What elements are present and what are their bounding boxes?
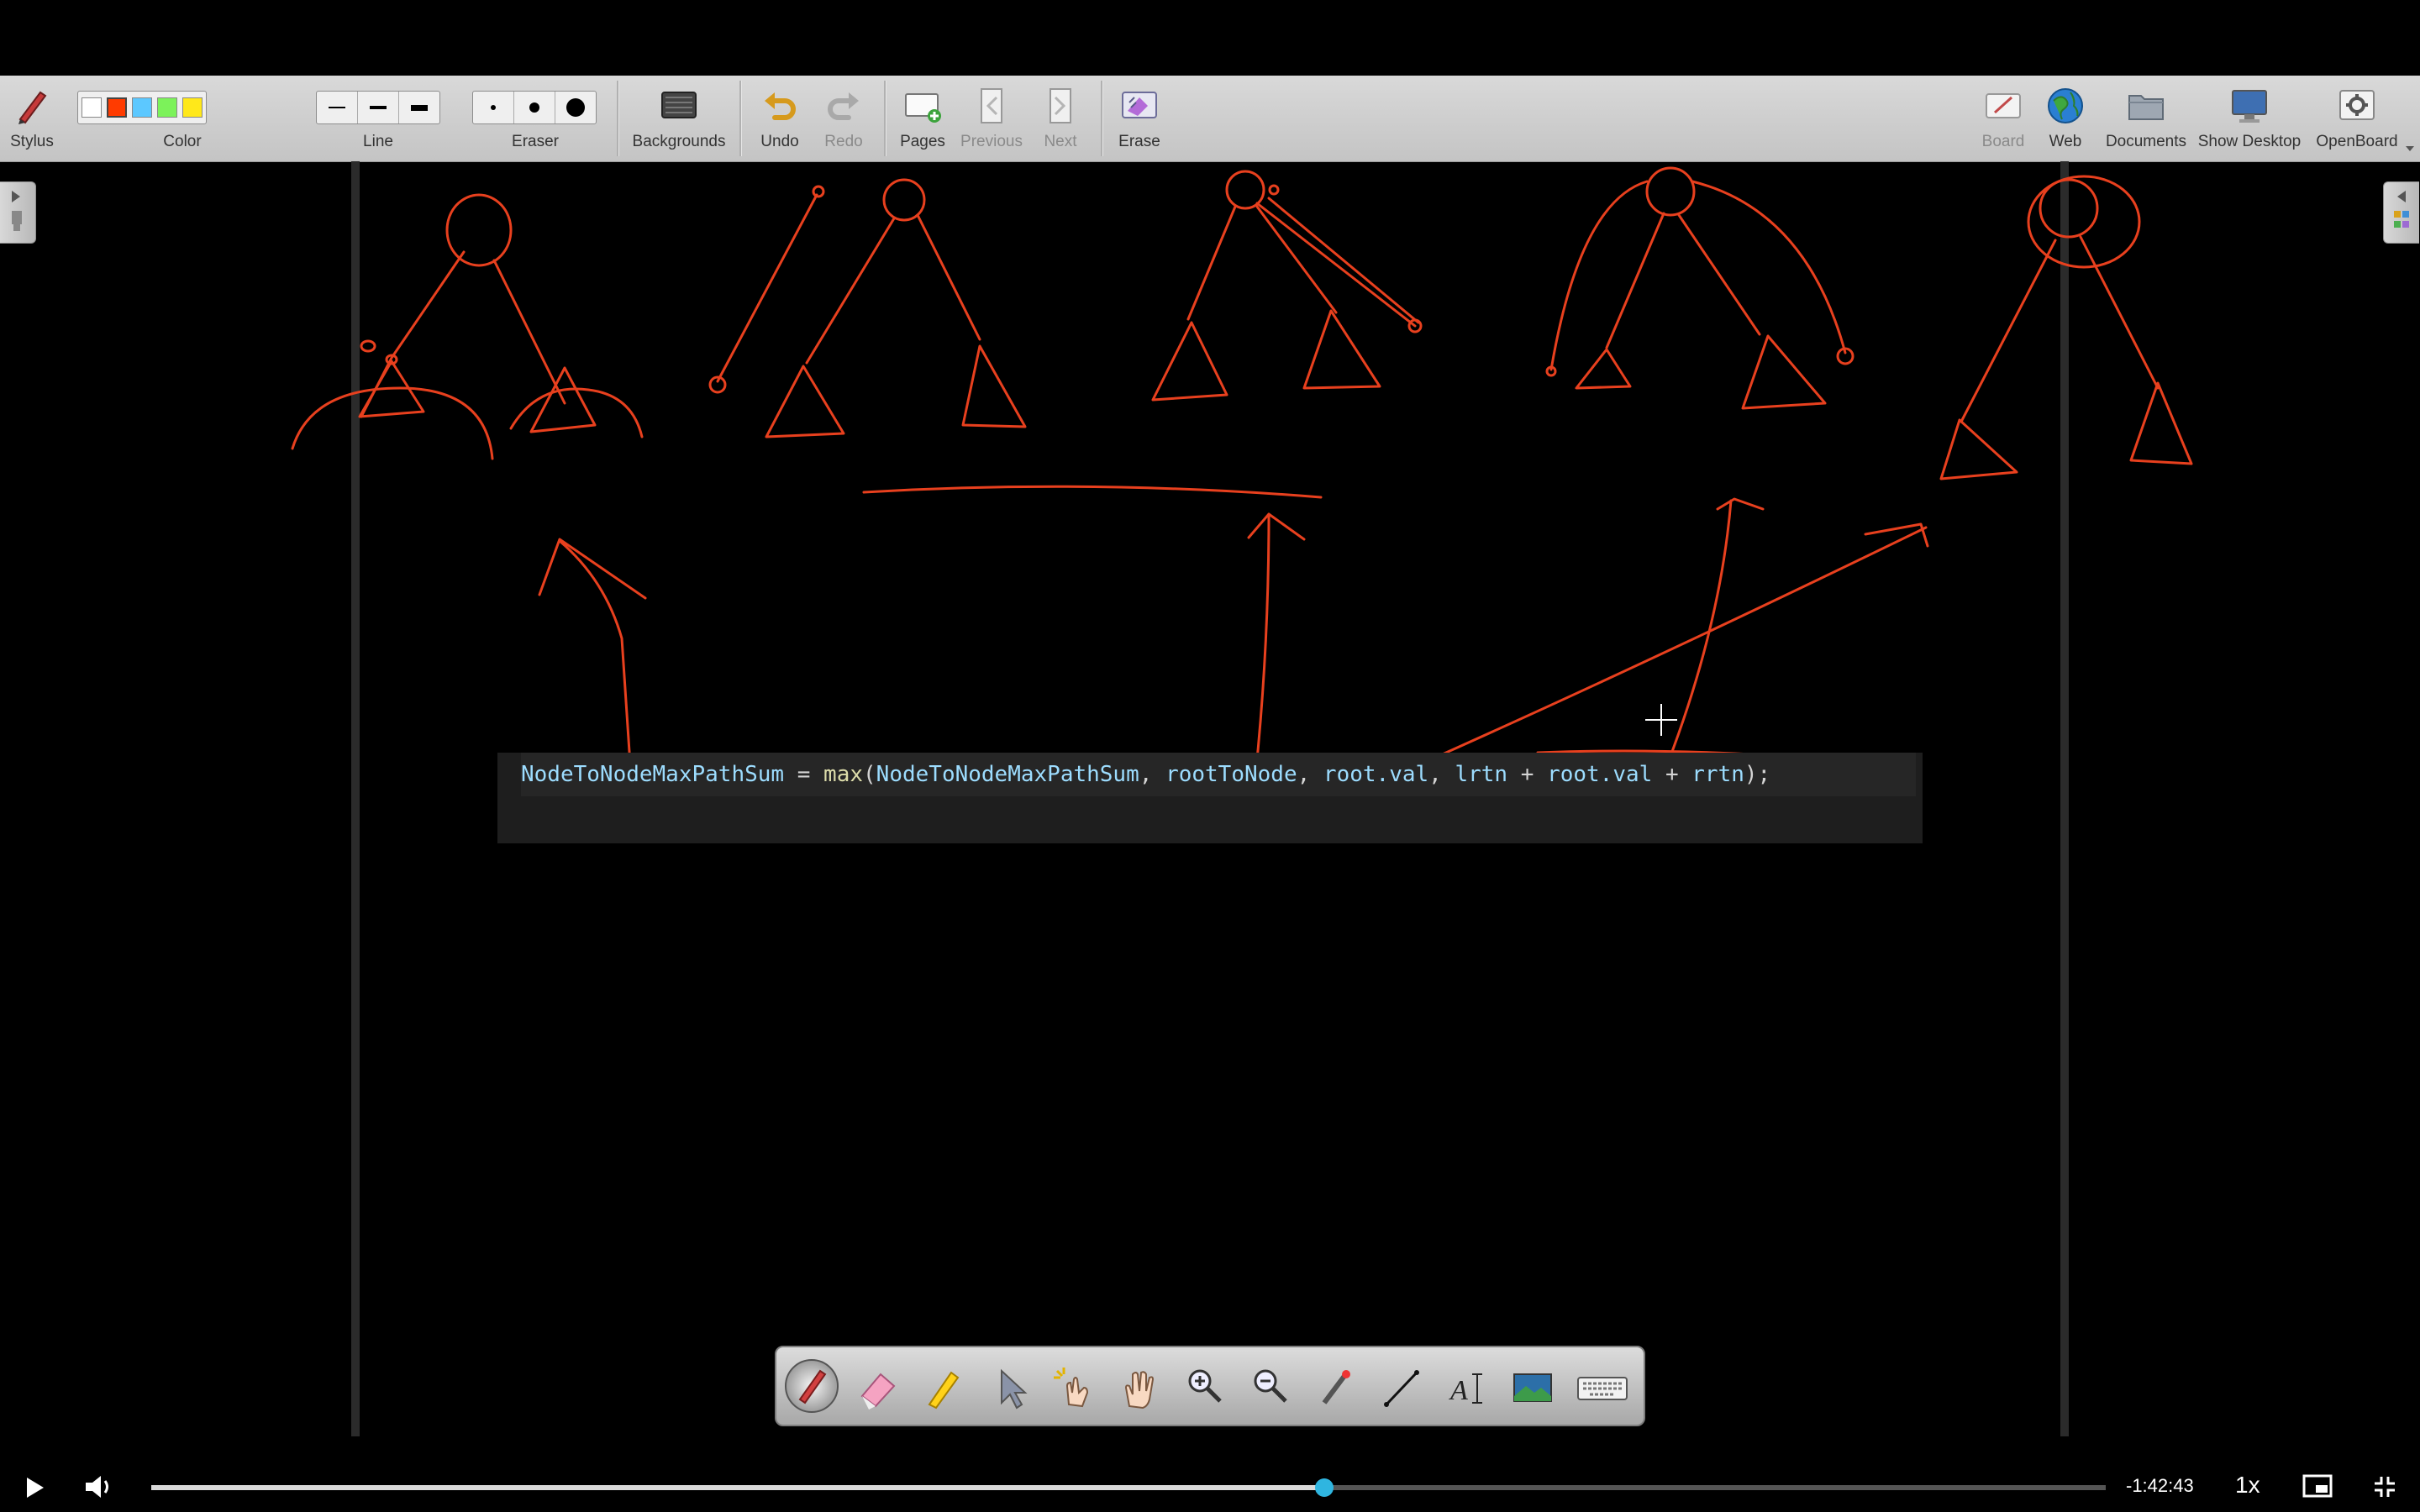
tree4-edges	[1605, 212, 1761, 349]
keyboard-tool-button[interactable]	[1573, 1362, 1632, 1413]
tree1-edges	[360, 250, 566, 418]
zoom-in-tool-button[interactable]	[1180, 1362, 1230, 1413]
code-line: NodeToNodeMaxPathSum = max(NodeToNodeMax…	[521, 753, 1916, 796]
tree3-right-subtree	[1302, 309, 1381, 390]
tree5-edges	[1960, 235, 2160, 423]
code-token: NodeToNodeMaxPathSum	[876, 762, 1139, 787]
code-token: +	[1652, 762, 1692, 787]
tree5-right-subtree	[2129, 381, 2193, 465]
tree2-left-subtree	[765, 365, 845, 438]
tree4-outer-arcs	[1549, 180, 1847, 371]
tree1-left-node	[360, 339, 376, 353]
tree3-left-subtree	[1151, 321, 1228, 402]
tree5-root-node	[2039, 178, 2099, 239]
pen-tool-icon	[798, 1369, 827, 1404]
eraser-tool-icon	[860, 1373, 896, 1410]
line-tool-button[interactable]	[1376, 1362, 1427, 1413]
tree2-left-edge	[716, 193, 818, 383]
laser-pointer-tool-icon	[1322, 1370, 1350, 1404]
code-snippet-panel: NodeToNodeMaxPathSum = max(NodeToNodeMax…	[497, 753, 1923, 843]
code-token: lrtn	[1455, 762, 1508, 787]
tree1-root-node	[445, 193, 513, 267]
pen-tool-button[interactable]	[785, 1359, 839, 1413]
code-token: NodeToNodeMaxPathSum	[521, 762, 785, 787]
zoom-out-tool-button[interactable]	[1245, 1362, 1296, 1413]
bracket-line	[862, 485, 1323, 499]
svg-text:A: A	[1449, 1375, 1468, 1406]
play-icon[interactable]	[22, 1475, 47, 1500]
tree5-outer-circle	[2027, 175, 2141, 269]
code-token: max	[823, 762, 864, 787]
selector-tool-button[interactable]	[983, 1362, 1034, 1413]
hand-tool-button[interactable]	[1114, 1362, 1165, 1413]
volume-icon[interactable]	[84, 1473, 114, 1500]
text-tool-icon: A	[1449, 1373, 1482, 1406]
tree1-right-arc	[509, 387, 644, 438]
stylus-tool-palette: A	[775, 1346, 1645, 1426]
tree4-root-node	[1645, 166, 1696, 217]
picture-in-picture-icon[interactable]	[2302, 1473, 2333, 1499]
code-token: rootToNode	[1165, 762, 1297, 787]
code-token: (	[863, 762, 876, 787]
keyboard-tool-icon	[1577, 1377, 1628, 1400]
code-token: =	[784, 762, 824, 787]
tree4-right-subtree	[1741, 334, 1827, 410]
tree2-edges	[805, 213, 981, 365]
zoom-out-tool-icon	[1254, 1369, 1287, 1403]
eraser-tool-button[interactable]	[852, 1362, 902, 1413]
selector-tool-icon	[1001, 1368, 1028, 1410]
play-tool-button[interactable]	[1049, 1362, 1099, 1413]
playback-speed-button[interactable]: 1x	[2235, 1472, 2260, 1499]
marker-tool-icon	[928, 1371, 960, 1410]
tree2-left-node	[812, 185, 825, 198]
tree3-child-node	[1268, 184, 1280, 196]
code-token: ,	[1428, 762, 1455, 787]
play-tool-icon	[1054, 1368, 1089, 1408]
capture-tool-icon	[1513, 1373, 1552, 1402]
code-token: ,	[1297, 762, 1323, 787]
marker-tool-button[interactable]	[918, 1362, 968, 1413]
tree4-left-leaf-node	[1545, 365, 1557, 377]
code-token: rrtn	[1691, 762, 1744, 787]
hand-tool-icon	[1124, 1371, 1155, 1410]
code-token: ,	[1139, 762, 1166, 787]
video-player-controls: -1:42:43 1x	[0, 1462, 2420, 1512]
progress-played	[151, 1485, 1324, 1490]
crosshair-cursor-icon	[1644, 702, 1679, 738]
tree5-left-subtree	[1939, 418, 2018, 480]
tree3-edges	[1186, 197, 1420, 328]
arrow-up-tree3	[1247, 512, 1306, 761]
code-token: +	[1507, 762, 1548, 787]
code-token: root.val	[1547, 762, 1653, 787]
capture-tool-button[interactable]	[1507, 1362, 1558, 1413]
tree2-right-subtree	[961, 344, 1027, 428]
text-tool-button[interactable]: A	[1442, 1362, 1492, 1413]
progress-bar[interactable]	[151, 1478, 2106, 1497]
time-remaining: -1:42:43	[2126, 1475, 2194, 1496]
tree1-left-arc	[291, 386, 494, 460]
tree4-left-subtree	[1575, 348, 1632, 390]
progress-knob[interactable]	[1314, 1478, 1334, 1497]
code-token: );	[1744, 762, 1771, 787]
line-tool-icon	[1384, 1370, 1419, 1407]
code-token: root.val	[1323, 762, 1429, 787]
laser-pointer-tool-button[interactable]	[1311, 1362, 1361, 1413]
exit-fullscreen-icon[interactable]	[2371, 1473, 2398, 1500]
zoom-in-tool-icon	[1188, 1369, 1222, 1403]
